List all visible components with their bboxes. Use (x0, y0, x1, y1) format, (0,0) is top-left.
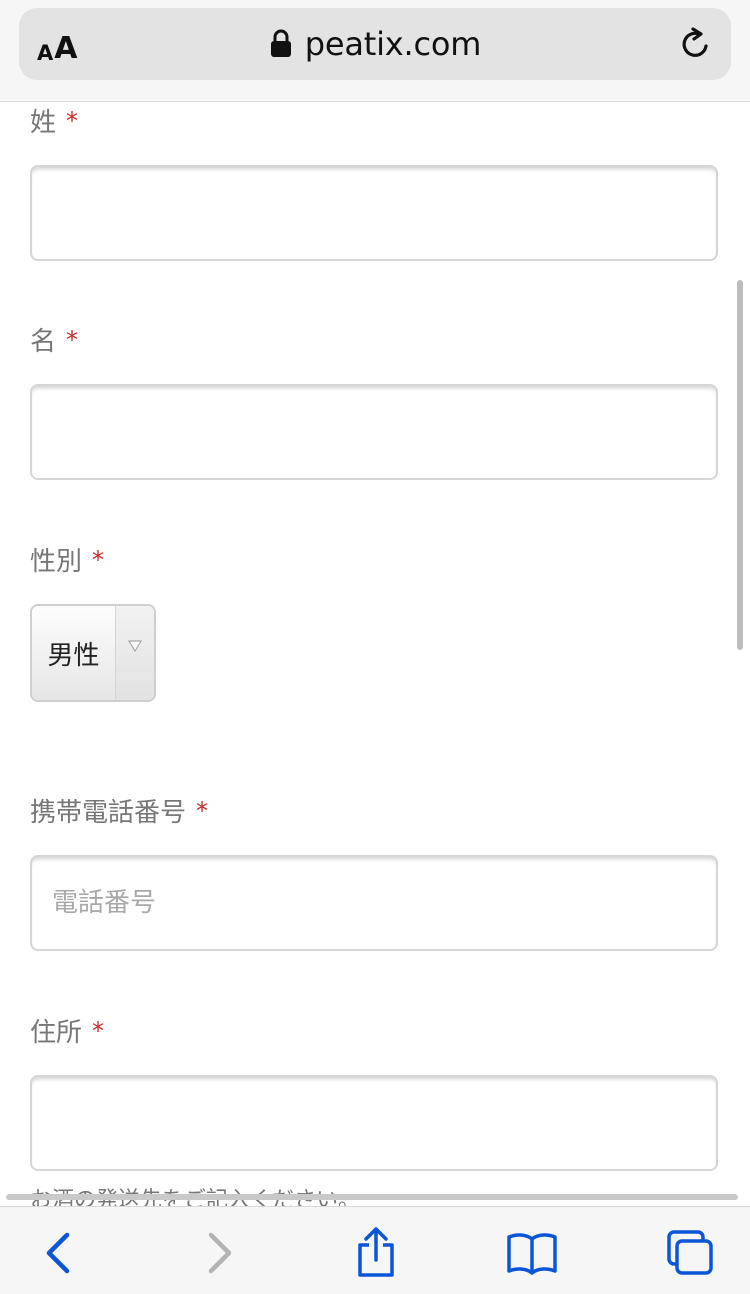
gender-selected-value: 男性 (32, 606, 116, 700)
address-label-text: 住所 (30, 1018, 83, 1048)
url-field[interactable]: A A peatix.com (19, 8, 731, 80)
reload-icon[interactable] (679, 26, 715, 62)
last-name-label: 姓 * (30, 102, 78, 139)
required-mark: * (92, 1016, 105, 1045)
phone-label: 携帯電話番号 * (30, 792, 208, 829)
first-name-label: 名 * (30, 321, 78, 358)
url-display: peatix.com (19, 8, 731, 80)
first-name-input[interactable] (30, 384, 718, 480)
phone-input[interactable] (30, 855, 718, 951)
horizontal-scrollbar[interactable] (6, 1194, 738, 1200)
address-label: 住所 * (30, 1012, 104, 1049)
safari-bottom-toolbar (0, 1206, 750, 1294)
phone-label-text: 携帯電話番号 (30, 798, 187, 828)
bookmarks-icon[interactable] (504, 1225, 560, 1281)
required-mark: * (66, 106, 79, 135)
first-name-label-text: 名 (30, 327, 57, 357)
lock-icon (269, 29, 293, 59)
share-icon[interactable] (348, 1225, 404, 1281)
gender-label: 性別 * (30, 541, 104, 578)
address-input[interactable] (30, 1075, 718, 1171)
tabs-icon[interactable] (662, 1225, 718, 1281)
gender-label-text: 性別 (30, 547, 83, 577)
registration-form: 姓 * 名 * 性別 * 男性 携帯電話番号 * 住所 (0, 0, 750, 1294)
last-name-input[interactable] (30, 165, 718, 261)
required-mark: * (196, 796, 209, 825)
gender-select[interactable]: 男性 (30, 604, 156, 702)
back-icon[interactable] (30, 1225, 86, 1281)
dropdown-arrow-icon (116, 606, 154, 700)
vertical-scrollbar[interactable] (737, 280, 743, 650)
last-name-label-text: 姓 (30, 108, 57, 138)
required-mark: * (66, 325, 79, 354)
required-mark: * (92, 545, 105, 574)
safari-screen: 姓 * 名 * 性別 * 男性 携帯電話番号 * 住所 (0, 0, 750, 1294)
safari-address-bar: A A peatix.com (0, 0, 750, 102)
forward-icon[interactable] (192, 1225, 248, 1281)
url-text: peatix.com (304, 25, 482, 63)
